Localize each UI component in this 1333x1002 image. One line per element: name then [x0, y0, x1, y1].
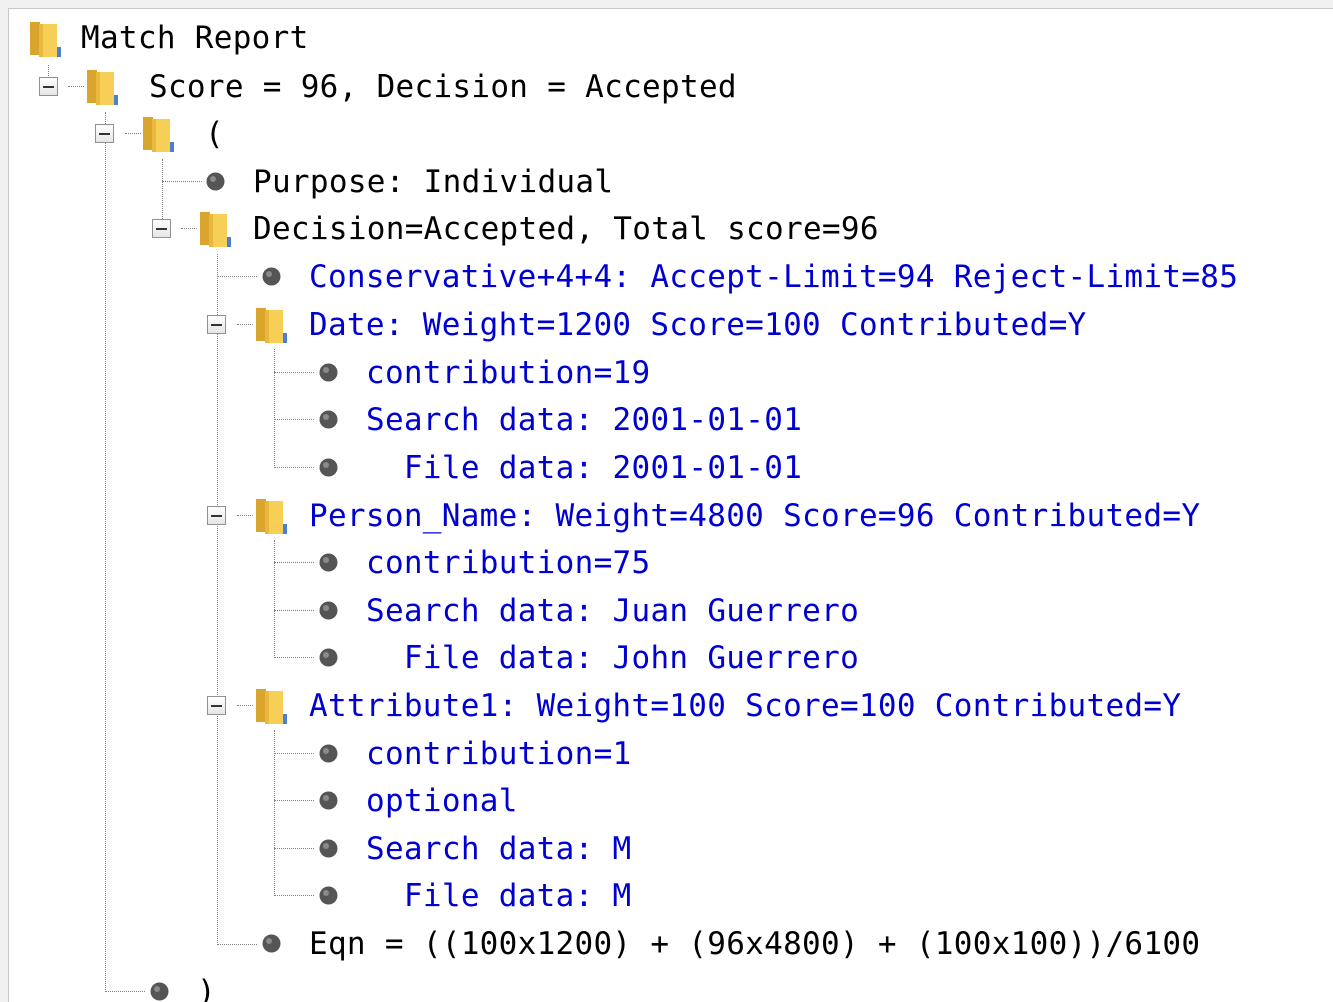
- collapse-toggle-button[interactable]: [207, 506, 226, 525]
- node-label: optional: [366, 783, 518, 819]
- tree-node-date-contribution[interactable]: contribution=19: [9, 350, 709, 397]
- folder-icon: [140, 114, 178, 154]
- bullet-icon: [261, 266, 282, 287]
- collapse-toggle-button[interactable]: [95, 124, 114, 143]
- tree-node-group[interactable]: (: [9, 111, 249, 158]
- collapse-toggle-button[interactable]: [207, 315, 226, 334]
- tree-node-decision[interactable]: Decision=Accepted, Total score=96: [9, 206, 969, 253]
- node-label: File data: 2001-01-01: [366, 450, 803, 486]
- bullet-icon: [149, 981, 170, 1002]
- bullet-icon: [318, 838, 339, 859]
- folder-icon: [27, 19, 65, 59]
- node-label: Search data: Juan Guerrero: [366, 593, 860, 629]
- tree-node-person-search[interactable]: Search data: Juan Guerrero: [9, 588, 959, 635]
- node-label: contribution=19: [366, 355, 651, 391]
- node-label: Purpose: Individual: [253, 164, 614, 200]
- node-label: Attribute1: Weight=100 Score=100 Contrib…: [309, 688, 1182, 724]
- folder-icon: [253, 496, 291, 536]
- collapse-toggle-button[interactable]: [39, 77, 58, 96]
- node-label: contribution=1: [366, 736, 632, 772]
- node-label: Conservative+4+4: Accept-Limit=94 Reject…: [309, 259, 1239, 295]
- tree-node-person-file[interactable]: File data: John Guerrero: [9, 635, 959, 682]
- tree-node-attribute-search[interactable]: Search data: M: [9, 826, 709, 873]
- tree-node-attribute-file[interactable]: File data: M: [9, 873, 709, 920]
- bullet-icon: [205, 171, 226, 192]
- bullet-icon: [318, 885, 339, 906]
- bullet-icon: [318, 790, 339, 811]
- folder-icon: [84, 67, 122, 107]
- node-label: (: [205, 116, 224, 152]
- node-label: File data: M: [366, 878, 632, 914]
- node-label: Search data: 2001-01-01: [366, 402, 803, 438]
- tree-node-person-name[interactable]: Person_Name: Weight=4800 Score=96 Contri…: [9, 493, 1333, 540]
- collapse-toggle-button[interactable]: [207, 696, 226, 715]
- node-label: Search data: M: [366, 831, 632, 867]
- tree-node-match-report[interactable]: Match Report: [9, 16, 409, 63]
- tree-node-score[interactable]: Score = 96, Decision = Accepted: [9, 64, 829, 111]
- bullet-icon: [318, 647, 339, 668]
- tree-node-attribute-contribution[interactable]: contribution=1: [9, 731, 709, 778]
- tree-node-date-search[interactable]: Search data: 2001-01-01: [9, 397, 909, 444]
- node-label: Date: Weight=1200 Score=100 Contributed=…: [309, 307, 1087, 343]
- bullet-icon: [318, 600, 339, 621]
- tree-node-limits[interactable]: Conservative+4+4: Accept-Limit=94 Reject…: [9, 254, 1333, 301]
- tree-node-date-file[interactable]: File data: 2001-01-01: [9, 445, 909, 492]
- node-label: Person_Name: Weight=4800 Score=96 Contri…: [309, 498, 1201, 534]
- folder-icon: [253, 686, 291, 726]
- node-label: Eqn = ((100x1200) + (96x4800) + (100x100…: [309, 926, 1201, 962]
- node-label: contribution=75: [366, 545, 651, 581]
- node-label: File data: John Guerrero: [366, 640, 860, 676]
- folder-icon: [197, 209, 235, 249]
- bullet-icon: [318, 743, 339, 764]
- tree-node-purpose[interactable]: Purpose: Individual: [9, 159, 709, 206]
- tree-node-attribute-optional[interactable]: optional: [9, 778, 609, 825]
- node-label: ): [197, 974, 216, 1002]
- folder-icon: [253, 305, 291, 345]
- node-label: Decision=Accepted, Total score=96: [253, 211, 879, 247]
- node-label: Match Report: [81, 20, 309, 56]
- node-label: Score = 96, Decision = Accepted: [149, 69, 737, 105]
- tree-node-eqn[interactable]: Eqn = ((100x1200) + (96x4800) + (100x100…: [9, 921, 1333, 968]
- tree-node-group-close[interactable]: ): [9, 969, 269, 1002]
- bullet-icon: [318, 362, 339, 383]
- tree-node-date[interactable]: Date: Weight=1200 Score=100 Contributed=…: [9, 302, 1209, 349]
- match-report-tree[interactable]: Match Report Score = 96, Decision = Acce…: [9, 9, 1333, 1002]
- bullet-icon: [318, 457, 339, 478]
- collapse-toggle-button[interactable]: [152, 219, 171, 238]
- bullet-icon: [318, 552, 339, 573]
- tree-node-attribute1[interactable]: Attribute1: Weight=100 Score=100 Contrib…: [9, 683, 1333, 730]
- bullet-icon: [318, 409, 339, 430]
- tree-node-person-contribution[interactable]: contribution=75: [9, 540, 709, 587]
- tree-view-panel[interactable]: Match Report Score = 96, Decision = Acce…: [8, 8, 1333, 1002]
- bullet-icon: [261, 933, 282, 954]
